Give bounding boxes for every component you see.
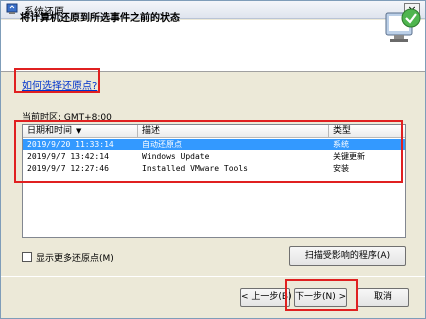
highlight-box-next-button <box>285 279 358 311</box>
wizard-header <box>1 20 425 72</box>
show-more-restore-points-checkbox[interactable] <box>22 252 32 262</box>
divider <box>1 276 425 277</box>
highlight-box-help-link <box>14 68 100 93</box>
back-button[interactable]: < 上一步(B) <box>240 288 292 307</box>
restore-wizard-icon <box>385 8 421 42</box>
highlight-box-restore-points <box>14 120 403 183</box>
system-restore-icon <box>6 3 18 14</box>
cancel-button[interactable]: 取消 <box>357 288 409 307</box>
page-title: 将计算机还原到所选事件之前的状态 <box>20 13 180 24</box>
show-more-restore-points-label[interactable]: 显示更多还原点(M) <box>36 251 114 264</box>
scan-affected-programs-button[interactable]: 扫描受影响的程序(A) <box>289 246 406 266</box>
